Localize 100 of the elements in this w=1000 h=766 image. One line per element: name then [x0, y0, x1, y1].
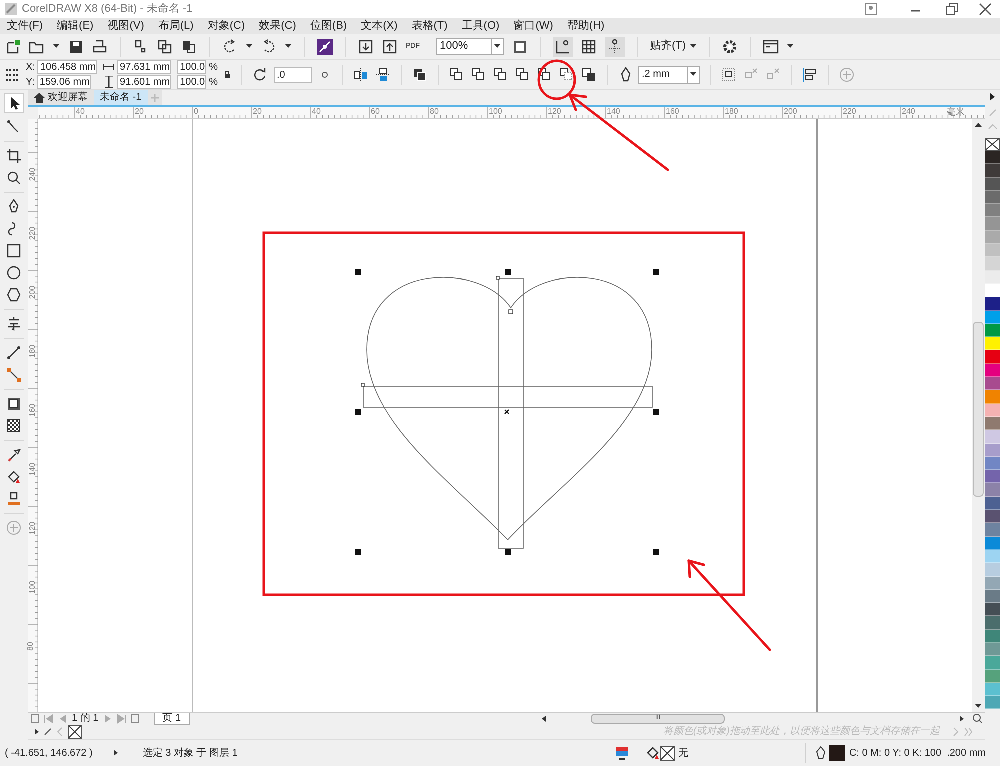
color-swatch[interactable]	[985, 284, 1000, 298]
new-document-icon[interactable]	[5, 38, 21, 54]
fill-bucket-icon[interactable]	[647, 746, 660, 760]
color-swatch[interactable]	[985, 536, 1000, 550]
add-page-icon[interactable]	[31, 714, 40, 724]
color-swatch[interactable]	[985, 523, 1000, 537]
color-swatch[interactable]	[985, 204, 1000, 218]
caret-icon[interactable]	[246, 44, 253, 49]
menu-item[interactable]: 文件(F)	[7, 20, 44, 32]
add-page-icon[interactable]	[130, 714, 140, 724]
align-icon[interactable]	[802, 66, 818, 82]
scroll-down-icon[interactable]	[974, 701, 983, 710]
color-swatch[interactable]	[985, 603, 1000, 616]
color-swatch[interactable]	[985, 364, 1000, 378]
grid-icon[interactable]	[581, 38, 597, 54]
menu-item[interactable]: 工具(O)	[462, 20, 500, 32]
color-swatch[interactable]	[985, 164, 1000, 178]
color-swatch[interactable]	[985, 470, 1000, 484]
launcher-icon[interactable]	[317, 38, 333, 54]
weld-icon[interactable]	[449, 66, 466, 82]
ellipse-icon[interactable]	[6, 265, 22, 281]
rotation-field[interactable]: .0	[274, 66, 312, 82]
scale-y-field[interactable]: 100.0	[177, 75, 206, 89]
caret-icon[interactable]	[787, 44, 794, 49]
color-swatch[interactable]	[985, 416, 1000, 430]
save-icon[interactable]	[68, 38, 84, 54]
horizontal-ruler[interactable]: 40 20 0 20 40 60 80 100 120 140 160 180 200 220 240 毫米	[38, 107, 985, 119]
import-icon[interactable]	[358, 38, 374, 54]
account-icon[interactable]	[864, 2, 879, 16]
close-icon[interactable]	[978, 2, 993, 16]
color-swatch[interactable]	[985, 590, 1000, 604]
document-tab[interactable]: 未命名 -1	[94, 90, 148, 105]
color-swatch[interactable]	[985, 670, 1000, 683]
combine-icon[interactable]	[412, 66, 428, 82]
color-swatch[interactable]	[985, 190, 1000, 204]
frame-icon[interactable]	[6, 396, 22, 412]
menu-item[interactable]: 视图(V)	[108, 20, 144, 32]
menu-item[interactable]: 帮助(H)	[567, 20, 605, 32]
width-field[interactable]: 97.631 mm	[117, 60, 172, 74]
paste-icon[interactable]	[181, 38, 197, 54]
caret-icon[interactable]	[690, 44, 698, 49]
color-swatch[interactable]	[985, 576, 1000, 590]
object-origin-icon[interactable]	[5, 68, 20, 82]
menu-item[interactable]: 窗口(W)	[514, 20, 554, 32]
color-swatch[interactable]	[985, 642, 1000, 656]
interactive-fill-icon[interactable]	[6, 491, 22, 507]
color-swatch[interactable]	[985, 270, 1000, 284]
color-swatch[interactable]	[985, 244, 1000, 258]
color-swatch[interactable]	[985, 404, 1000, 417]
color-swatch[interactable]	[985, 230, 1000, 244]
trim-icon[interactable]	[471, 66, 488, 82]
color-swatch[interactable]	[985, 377, 1000, 390]
color-swatch[interactable]	[985, 337, 1000, 350]
export-icon[interactable]	[382, 38, 398, 54]
menu-item[interactable]: 文本(X)	[361, 20, 398, 32]
color-swatch[interactable]	[985, 630, 1000, 643]
color-swatch[interactable]	[985, 616, 1000, 630]
y-position-field[interactable]: 159.06 mm	[36, 75, 91, 89]
color-swatch[interactable]	[985, 483, 1000, 497]
menu-item[interactable]: 位图(B)	[310, 20, 348, 32]
color-proof-icon[interactable]	[615, 746, 630, 760]
no-color-swatch-icon[interactable]	[68, 724, 82, 738]
text-tool-icon[interactable]	[6, 316, 22, 332]
degree-icon[interactable]	[321, 70, 330, 78]
print-icon[interactable]	[92, 38, 108, 54]
restore-icon[interactable]	[945, 2, 960, 16]
mirror-vertical-icon[interactable]	[375, 66, 392, 82]
full-screen-icon[interactable]	[512, 38, 528, 54]
caret-icon[interactable]	[53, 44, 60, 49]
menu-item[interactable]: 表格(T)	[412, 20, 448, 32]
crop-icon[interactable]	[6, 148, 22, 164]
simplify-icon[interactable]	[515, 66, 532, 82]
pen-nib-icon[interactable]	[816, 746, 826, 760]
color-swatch[interactable]	[985, 430, 1000, 444]
intersect-icon[interactable]	[493, 66, 510, 82]
boundary-icon[interactable]	[581, 66, 598, 82]
scroll-left-icon[interactable]	[540, 714, 548, 722]
no-color-swatch[interactable]	[985, 138, 1000, 151]
scale-x-field[interactable]: 100.0	[177, 60, 206, 74]
rulers-icon[interactable]	[555, 38, 571, 54]
scroll-thumb[interactable]	[973, 322, 984, 497]
checkerboard-icon[interactable]	[6, 418, 22, 434]
caret-icon[interactable]	[285, 44, 292, 49]
rectangle-icon[interactable]	[6, 243, 22, 259]
color-swatch[interactable]	[985, 390, 1000, 404]
color-swatch[interactable]	[985, 178, 1000, 191]
outline-width-dropdown[interactable]: .2 mm	[638, 66, 700, 84]
expand-arrow-icon[interactable]	[112, 749, 119, 757]
flyout-arrow-icon[interactable]	[988, 92, 997, 102]
zoom-dropdown[interactable]: 100%	[436, 38, 504, 55]
snap-dropdown[interactable]: 贴齐(T)	[650, 38, 698, 55]
color-swatch[interactable]	[985, 297, 1000, 311]
copy-icon[interactable]	[157, 38, 173, 54]
color-swatch[interactable]	[985, 310, 1000, 324]
group-icon[interactable]	[721, 66, 738, 82]
height-icon[interactable]	[103, 76, 116, 88]
front-minus-back-icon[interactable]	[537, 66, 554, 82]
color-swatch[interactable]	[985, 151, 1000, 164]
menu-item[interactable]: 布局(L)	[158, 20, 194, 32]
page-tab[interactable]: 页 1	[154, 712, 190, 724]
